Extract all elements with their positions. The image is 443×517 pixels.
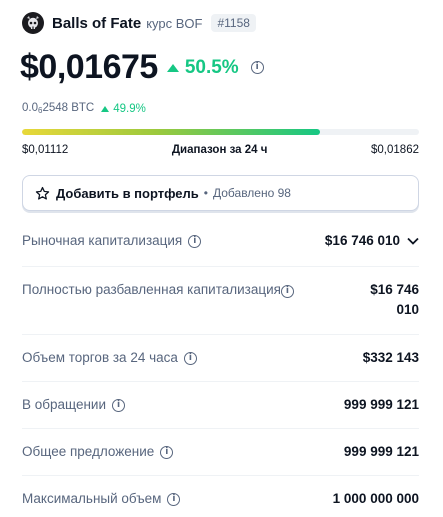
current-price: $0,01675 (20, 48, 158, 86)
stat-value: 1 000 000 000 (332, 491, 419, 506)
range-bar (22, 129, 419, 135)
stat-total-supply: Общее предложение i 999 999 121 (22, 429, 419, 476)
stat-value: 999 999 121 (343, 444, 419, 459)
triangle-up-icon (166, 63, 179, 72)
coin-header: Balls of Fate курс BOF #1158 (22, 11, 256, 35)
btc-price: 0.062548 BTC (22, 102, 95, 115)
coin-name: Balls of Fate (52, 14, 142, 32)
info-icon[interactable]: i (188, 234, 202, 248)
stat-market-cap: Рыночная капитализация i $16 746 010 (22, 216, 419, 267)
price-change-value: 50.5% (184, 56, 239, 78)
stats-list: Рыночная капитализация i $16 746 010 Пол… (22, 216, 419, 517)
stat-volume-24h: Объем торгов за 24 часа i $332 143 (22, 335, 419, 382)
chevron-down-icon[interactable] (407, 237, 419, 245)
stat-label: Максимальный объем i (22, 489, 181, 509)
stat-value: $16 746 010 (370, 282, 419, 317)
coin-subtitle: курс BOF (146, 15, 203, 31)
range-high: $0,01862 (371, 144, 419, 156)
stat-label: Объем торгов за 24 часа i (22, 348, 197, 368)
range-labels: $0,01112 Диапазон за 24 ч $0,01862 (22, 144, 419, 156)
triangle-up-icon (101, 105, 110, 112)
stat-value: $332 143 (362, 350, 419, 365)
stat-value: 999 999 121 (343, 397, 419, 412)
stat-label: Рыночная капитализация i (22, 231, 202, 251)
info-icon[interactable]: i (250, 61, 264, 74)
price-row: $0,01675 50.5% i (20, 48, 264, 87)
btc-change-value: 49.9% (113, 102, 146, 115)
stat-label: Общее предложение i (22, 442, 174, 462)
info-icon[interactable]: i (280, 285, 294, 298)
btc-price-row: 0.062548 BTC 49.9% (22, 102, 146, 115)
range-label[interactable]: Диапазон за 24 ч (172, 144, 268, 156)
portfolio-label: Добавить в портфель (56, 185, 199, 201)
info-icon[interactable]: i (167, 492, 181, 506)
range-fill (22, 129, 320, 135)
price-change: 50.5% (166, 56, 239, 79)
star-icon (35, 186, 50, 201)
stat-value[interactable]: $16 746 010 (325, 231, 419, 251)
rank-badge: #1158 (211, 14, 256, 32)
stat-fully-diluted: Полностью разбавленная капитализация i $… (22, 267, 419, 335)
stat-max-supply: Максимальный объем i 1 000 000 000 (22, 476, 419, 517)
info-icon[interactable]: i (112, 398, 126, 412)
portfolio-added-count: Добавлено 98 (213, 186, 291, 200)
info-icon[interactable]: i (183, 351, 197, 365)
stat-label: В обращении i (22, 395, 126, 415)
stat-label: Полностью разбавленная капитализация i (22, 280, 322, 300)
range-low: $0,01112 (22, 144, 69, 156)
add-to-portfolio-button[interactable]: Добавить в портфель • Добавлено 98 (22, 175, 419, 211)
stat-circulating-supply: В обращении i 999 999 121 (22, 382, 419, 429)
info-icon[interactable]: i (160, 445, 174, 459)
btc-change: 49.9% (101, 103, 146, 115)
separator-dot: • (203, 186, 208, 200)
skull-logo-icon (22, 12, 44, 34)
